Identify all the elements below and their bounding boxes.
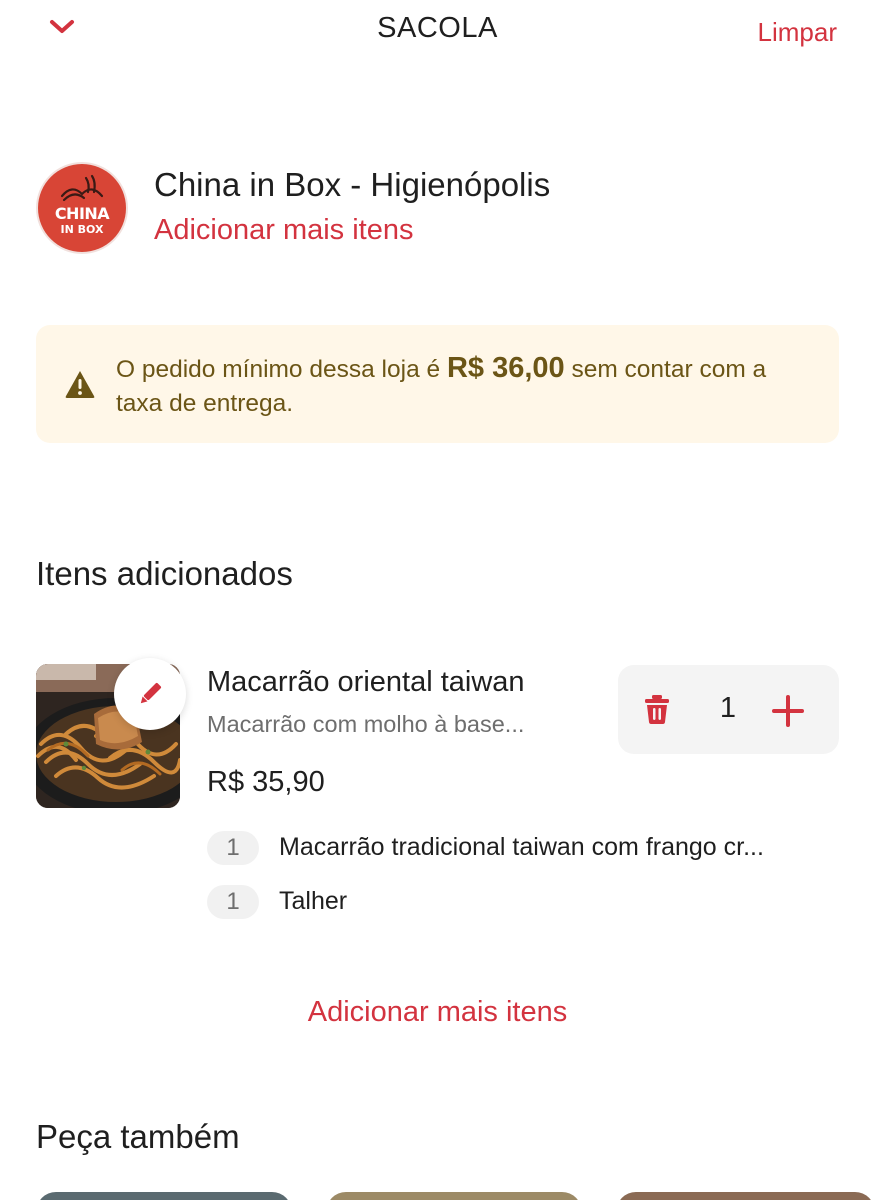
edit-item-button[interactable] [114,658,186,730]
item-description: Macarrão com molho à base... [207,711,525,737]
minimum-order-warning: O pedido mínimo dessa loja é R$ 36,00 se… [36,325,839,443]
logo-text-1: CHINA [54,204,110,223]
suggestion-card[interactable] [36,1192,292,1200]
store-add-more-link[interactable]: Adicionar mais itens [154,214,414,247]
warning-text: O pedido mínimo dessa loja é R$ 36,00 se… [116,351,816,421]
plus-icon[interactable] [768,691,808,731]
suggestions-title: Peça também [36,1118,240,1155]
clear-button[interactable]: Limpar [758,17,837,48]
suggestion-card[interactable] [326,1192,582,1200]
store-card: CHINA IN BOX China in Box - Higienópolis… [38,164,838,254]
option-quantity: 1 [207,885,259,919]
pencil-icon [140,682,162,704]
header: SACOLA Limpar [0,0,875,60]
minimum-amount: R$ 36,00 [446,352,565,384]
quantity-stepper: 1 [618,665,839,754]
store-name: China in Box - Higienópolis [154,166,551,203]
item-price: R$ 35,90 [207,766,325,798]
quantity-value: 1 [719,692,737,724]
page-title: SACOLA [377,12,498,44]
trash-icon[interactable] [642,693,672,725]
warning-triangle-icon [65,371,95,398]
option-quantity: 1 [207,831,259,865]
option-label: Talher [279,887,348,915]
logo-text-2: IN BOX [60,223,104,236]
warning-text-before: O pedido mínimo dessa loja é [116,356,447,383]
store-logo: CHINA IN BOX [38,164,126,252]
option-label: Macarrão tradicional taiwan com frango c… [279,833,764,861]
add-more-items-button[interactable]: Adicionar mais itens [0,996,875,1029]
item-name: Macarrão oriental taiwan [207,666,525,698]
suggestion-card[interactable] [616,1192,875,1200]
added-items-title: Itens adicionados [36,555,293,592]
